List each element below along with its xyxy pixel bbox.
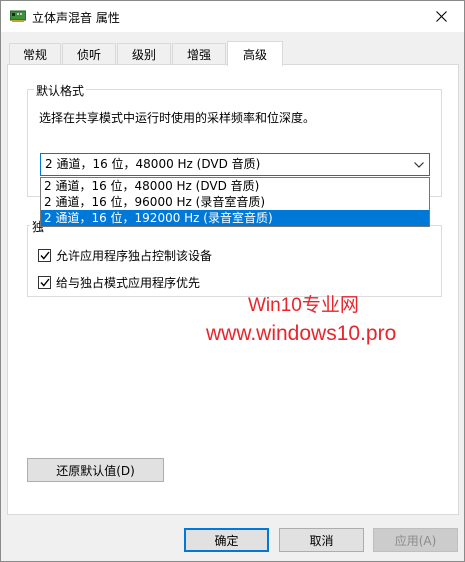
- checkbox-checked-icon: [38, 249, 51, 262]
- watermark-site-name: Win10专业网: [248, 295, 359, 316]
- sample-rate-option[interactable]: 2 通道，16 位，48000 Hz (DVD 音质): [41, 178, 429, 194]
- ok-button[interactable]: 确定: [184, 528, 269, 552]
- tab-listen[interactable]: 侦听: [62, 43, 116, 65]
- watermark-url: www.windows10.pro: [206, 322, 397, 345]
- apply-button[interactable]: 应用(A): [373, 528, 458, 552]
- tab-strip: 常规 侦听 级别 增强 高级: [7, 41, 459, 66]
- default-format-description: 选择在共享模式中运行时使用的采样频率和位深度。: [39, 111, 316, 125]
- allow-exclusive-label: 允许应用程序独占控制该设备: [56, 249, 213, 263]
- allow-exclusive-checkbox[interactable]: 允许应用程序独占控制该设备: [38, 247, 212, 264]
- properties-dialog: 立体声混音 属性 常规 侦听 级别 增强 高级 默认格式 选择在共享模式中运行时…: [0, 0, 465, 562]
- sample-rate-select[interactable]: 2 通道，16 位，48000 Hz (DVD 音质): [40, 153, 430, 176]
- sample-rate-selected-value: 2 通道，16 位，48000 Hz (DVD 音质): [45, 157, 261, 171]
- close-button[interactable]: [418, 1, 464, 32]
- give-priority-checkbox[interactable]: 给与独占模式应用程序优先: [38, 274, 200, 291]
- cancel-button[interactable]: 取消: [279, 528, 364, 552]
- tab-advanced[interactable]: 高级: [227, 41, 283, 66]
- restore-defaults-button[interactable]: 还原默认值(D): [27, 458, 164, 482]
- tab-enhancements[interactable]: 增强: [172, 43, 226, 65]
- default-format-label: 默认格式: [34, 82, 87, 99]
- tab-levels[interactable]: 级别: [117, 43, 171, 65]
- close-icon: [435, 11, 447, 22]
- tab-general[interactable]: 常规: [9, 43, 61, 65]
- chevron-down-icon: [414, 154, 424, 175]
- sample-rate-option[interactable]: 2 通道，16 位，96000 Hz (录音室音质): [41, 194, 429, 210]
- give-priority-label: 给与独占模式应用程序优先: [56, 276, 201, 290]
- title-bar: 立体声混音 属性: [1, 1, 464, 32]
- window-title: 立体声混音 属性: [32, 11, 120, 25]
- sample-rate-option-highlighted[interactable]: 2 通道，16 位，192000 Hz (录音室音质): [41, 210, 429, 226]
- sample-rate-dropdown-list: 2 通道，16 位，48000 Hz (DVD 音质) 2 通道，16 位，96…: [40, 177, 430, 227]
- checkbox-checked-icon: [38, 276, 51, 289]
- sound-card-icon: [10, 10, 26, 22]
